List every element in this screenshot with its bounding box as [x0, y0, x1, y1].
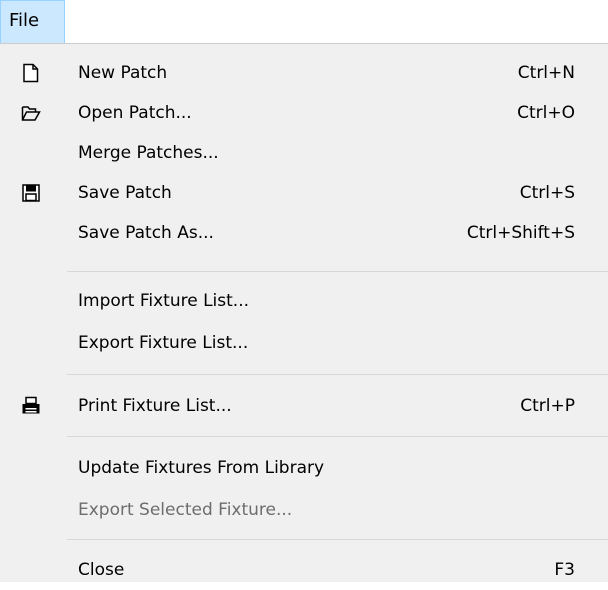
menu-item-label: Import Fixture List...	[78, 291, 249, 311]
printer-icon	[21, 396, 41, 416]
menu-item-save-patch[interactable]: Save Patch Ctrl+S	[0, 173, 608, 213]
menu-separator	[67, 374, 608, 375]
menu-item-shortcut: Ctrl+P	[520, 396, 575, 416]
menu-item-shortcut: Ctrl+N	[517, 63, 575, 83]
menu-item-label: Print Fixture List...	[78, 396, 232, 416]
menu-item-shortcut: Ctrl+Shift+S	[466, 223, 575, 243]
menu-item-label: Save Patch	[78, 183, 172, 203]
menu-item-label: Update Fixtures From Library	[78, 458, 325, 478]
menu-item-import-fixture-list[interactable]: Import Fixture List...	[0, 281, 608, 321]
file-menu[interactable]: File	[0, 0, 65, 44]
menu-item-new-patch[interactable]: New Patch Ctrl+N	[0, 53, 608, 93]
save-disk-icon	[21, 183, 41, 203]
menu-item-label: New Patch	[78, 63, 168, 83]
menu-item-save-patch-as[interactable]: Save Patch As... Ctrl+Shift+S	[0, 213, 608, 253]
menu-separator	[67, 539, 608, 540]
menu-item-print-fixture-list[interactable]: Print Fixture List... Ctrl+P	[0, 386, 608, 426]
menu-separator	[67, 271, 608, 272]
menu-item-export-fixture-list[interactable]: Export Fixture List...	[0, 323, 608, 363]
menu-item-shortcut: Ctrl+S	[519, 183, 575, 203]
menu-item-label: Open Patch...	[78, 103, 192, 123]
menu-bar: File	[0, 0, 608, 44]
menu-item-update-fixtures-from-library[interactable]: Update Fixtures From Library	[0, 448, 608, 488]
menu-item-shortcut: F3	[554, 560, 575, 580]
menu-item-merge-patches[interactable]: Merge Patches...	[0, 133, 608, 173]
new-document-icon	[21, 63, 41, 83]
menu-separator	[67, 436, 608, 437]
menu-item-open-patch[interactable]: Open Patch... Ctrl+O	[0, 93, 608, 133]
file-dropdown-menu: New Patch Ctrl+N Open Patch... Ctrl+O Me…	[0, 43, 608, 582]
menu-item-label: Export Fixture List...	[78, 333, 249, 353]
menu-item-export-selected-fixture: Export Selected Fixture...	[0, 490, 608, 530]
menu-item-shortcut: Ctrl+O	[517, 103, 575, 123]
menu-item-label: Export Selected Fixture...	[78, 500, 293, 520]
menu-item-label: Close	[78, 560, 125, 580]
open-folder-icon	[21, 103, 41, 123]
menu-item-label: Save Patch As...	[78, 223, 214, 243]
menu-item-close[interactable]: Close F3	[0, 550, 608, 590]
menu-item-label: Merge Patches...	[78, 143, 219, 163]
